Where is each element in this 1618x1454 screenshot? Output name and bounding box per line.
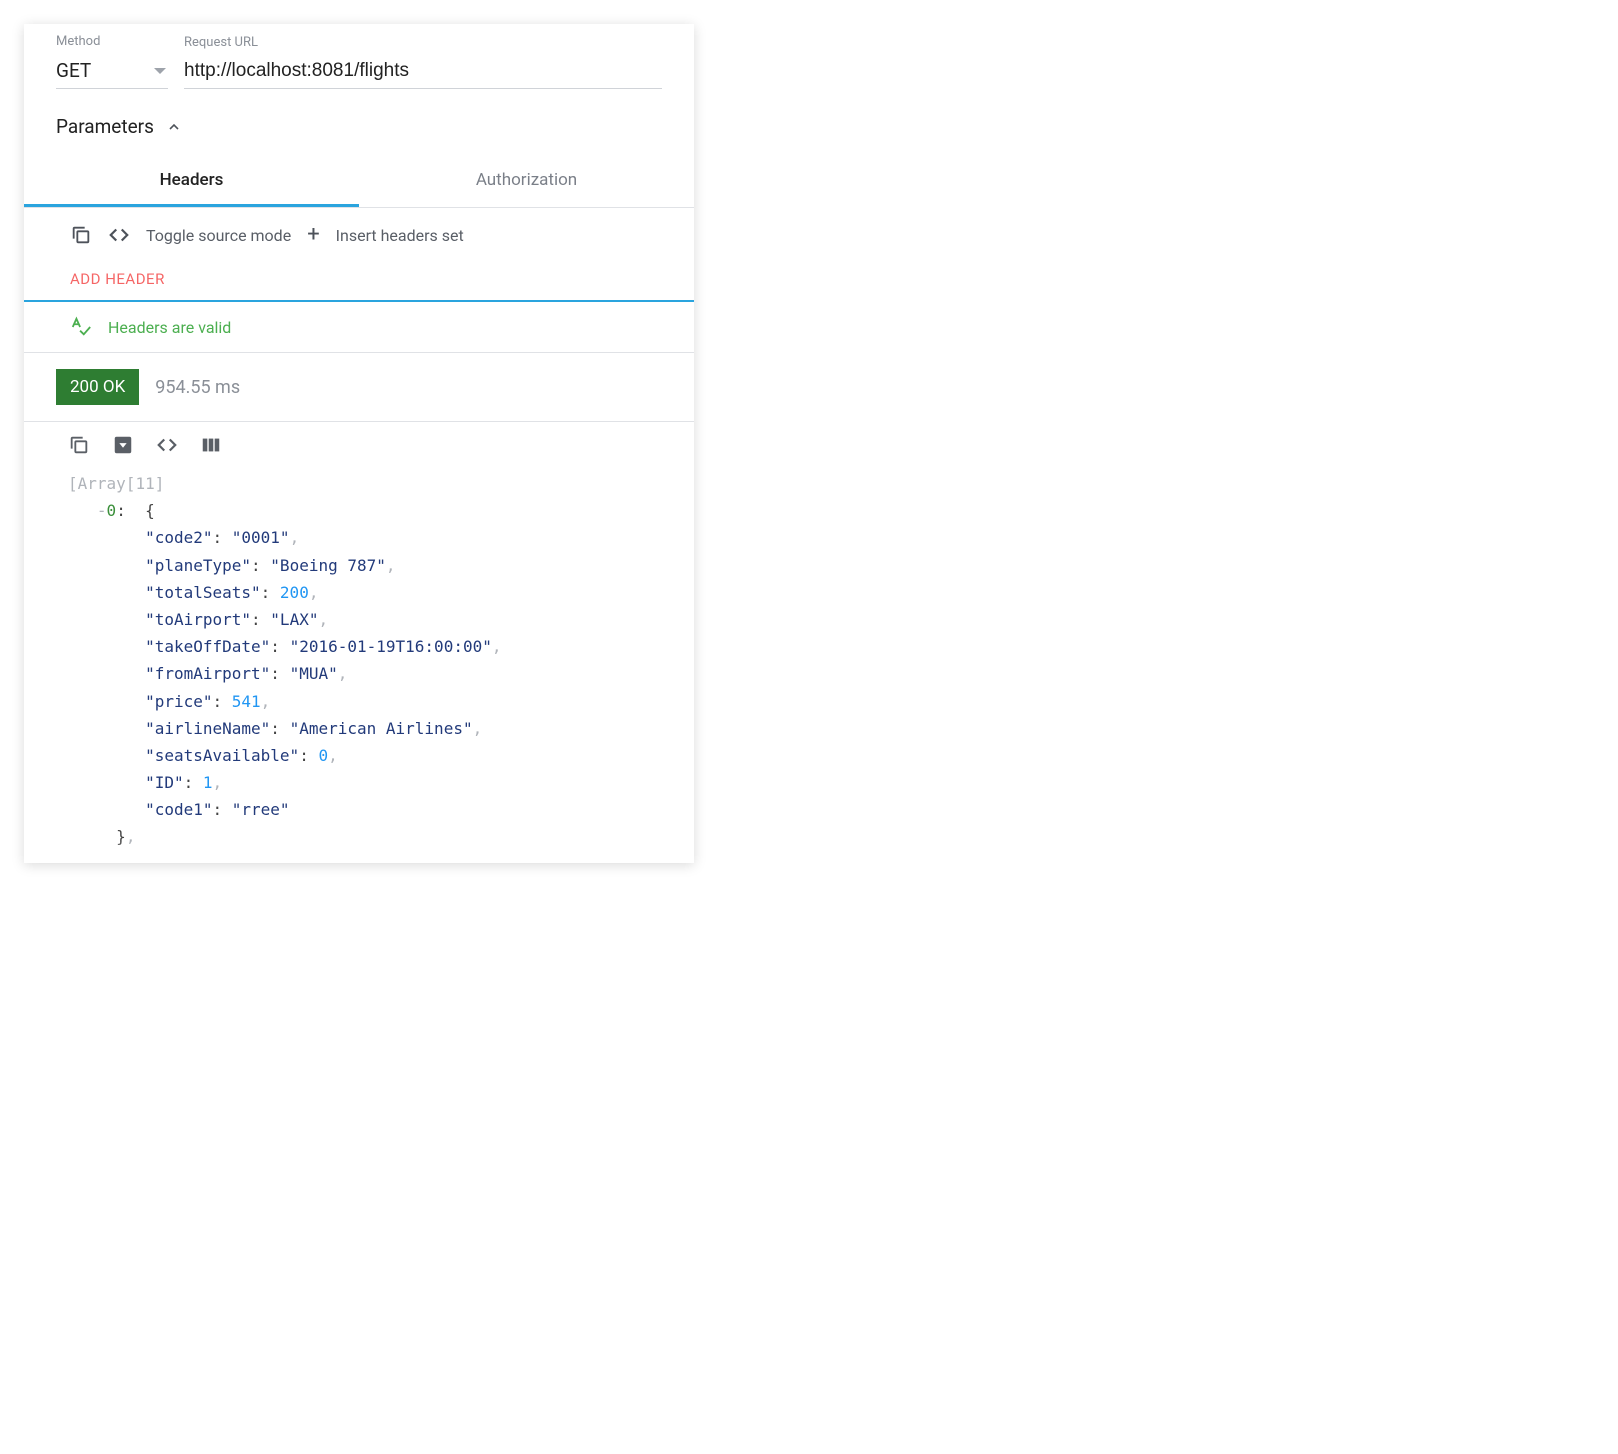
method-label: Method	[56, 34, 168, 49]
chevron-up-icon	[166, 119, 182, 135]
copy-icon[interactable]	[70, 224, 92, 246]
download-icon[interactable]	[112, 434, 134, 456]
spellcheck-icon	[70, 316, 92, 338]
url-field: Request URL	[184, 35, 662, 89]
plus-icon[interactable]: +	[307, 224, 319, 246]
parameters-label: Parameters	[56, 115, 154, 138]
url-label: Request URL	[184, 35, 662, 50]
raw-code-icon[interactable]	[156, 434, 178, 456]
status-row: 200 OK 954.55 ms	[24, 353, 694, 422]
response-time: 954.55 ms	[155, 377, 240, 398]
validation-text: Headers are valid	[108, 318, 231, 337]
code-icon[interactable]	[108, 224, 130, 246]
insert-set-label: Insert headers set	[336, 226, 464, 245]
method-value: GET	[56, 59, 91, 82]
validation-row: Headers are valid	[24, 302, 694, 353]
parameters-toggle[interactable]: Parameters	[24, 93, 694, 154]
headers-toolbar: Toggle source mode + Insert headers set	[24, 208, 694, 262]
fade-overlay	[24, 841, 694, 863]
add-header-button[interactable]: ADD HEADER	[24, 262, 694, 302]
response-toolbar	[24, 422, 694, 466]
request-panel: Method GET Request URL Parameters Header…	[24, 24, 694, 863]
caret-down-icon	[154, 68, 166, 74]
tab-authorization[interactable]: Authorization	[359, 154, 694, 207]
toggle-source-label: Toggle source mode	[146, 226, 291, 245]
method-select[interactable]: GET	[56, 55, 168, 89]
sub-tabs: Headers Authorization	[24, 154, 694, 208]
response-json: [Array[11] -0: { "code2": "0001", "plane…	[24, 466, 694, 863]
tab-headers[interactable]: Headers	[24, 154, 359, 207]
method-field: Method GET	[56, 34, 168, 89]
request-top-row: Method GET Request URL	[24, 34, 694, 93]
columns-icon[interactable]	[200, 434, 222, 456]
copy-response-icon[interactable]	[68, 434, 90, 456]
url-input[interactable]	[184, 56, 662, 89]
status-badge: 200 OK	[56, 369, 139, 405]
